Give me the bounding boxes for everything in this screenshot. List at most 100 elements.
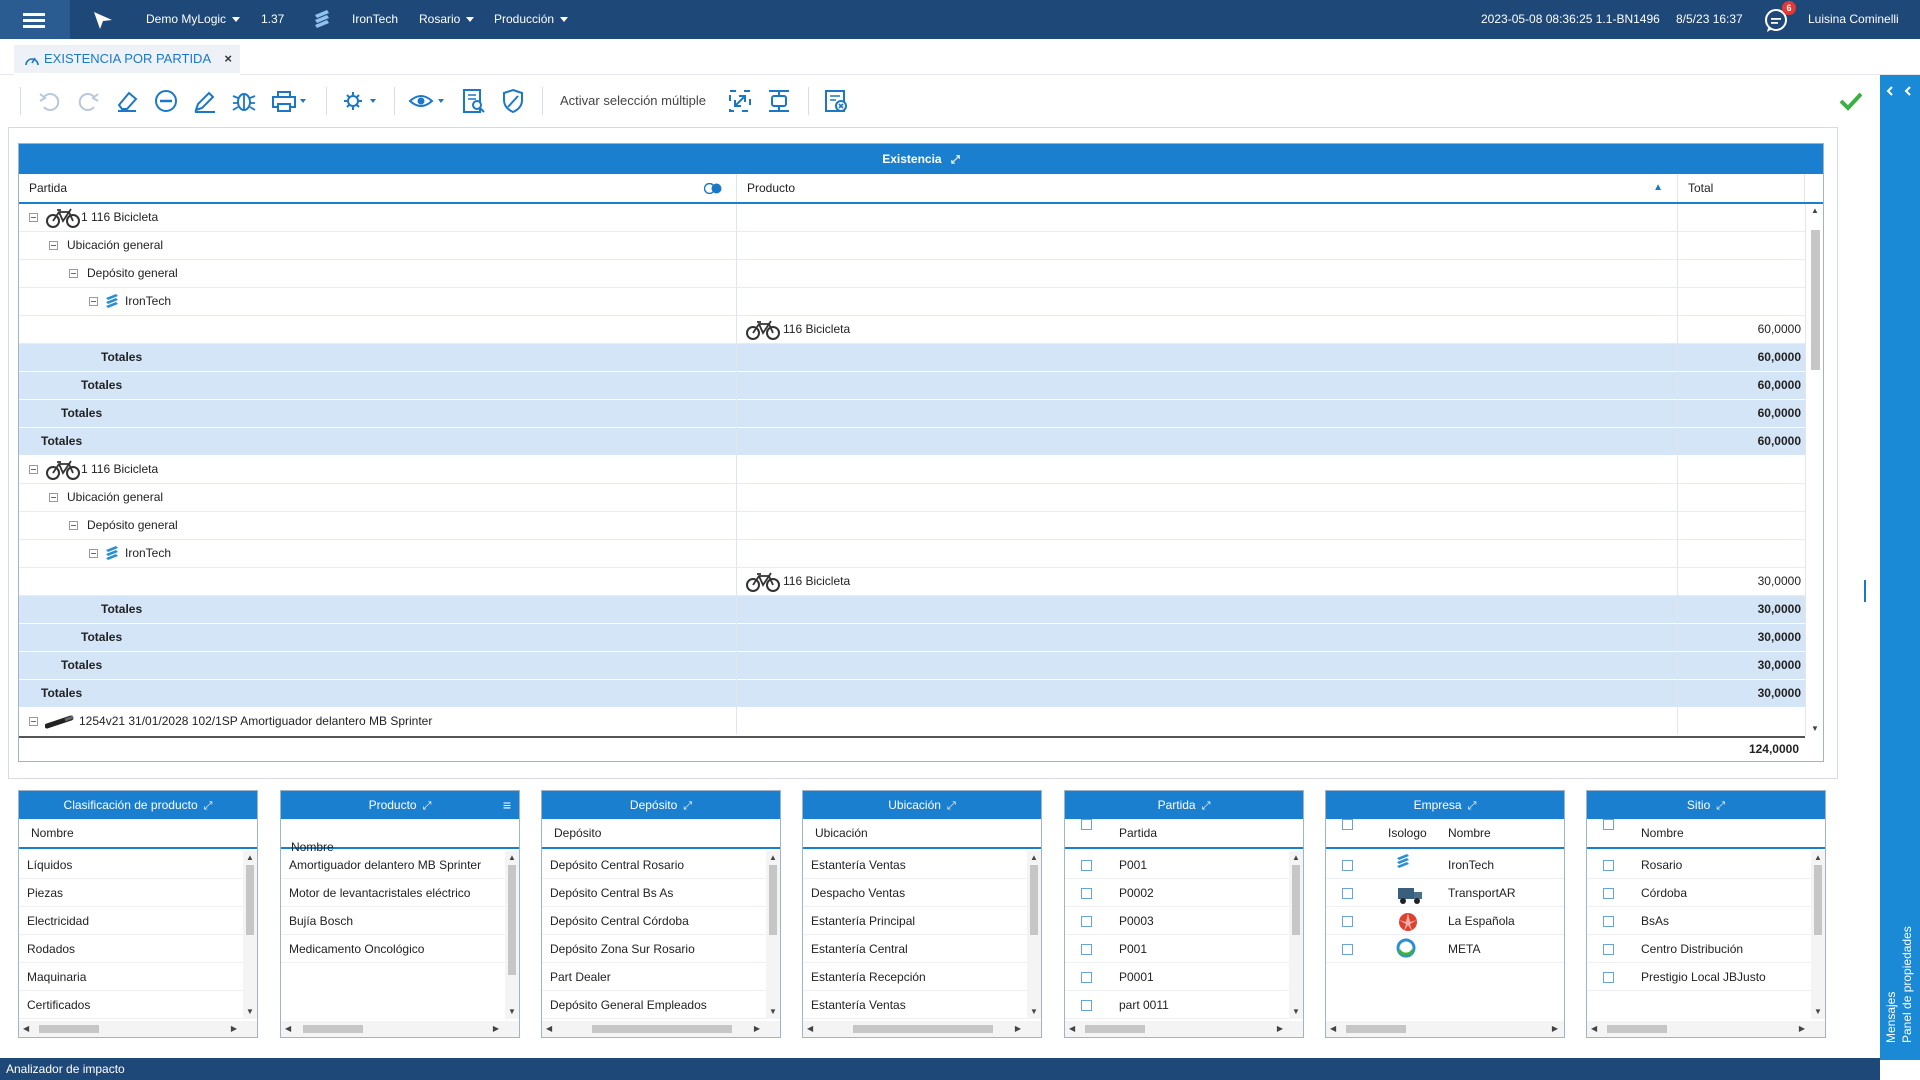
row-checkbox[interactable] <box>1081 860 1092 871</box>
row-checkbox[interactable] <box>1342 916 1353 927</box>
totals-row[interactable]: Totales 60,0000 <box>19 344 1805 372</box>
column-label[interactable]: Nombre <box>31 819 74 847</box>
vertical-scrollbar[interactable]: ▲ ▼ <box>766 851 780 1019</box>
list-item[interactable]: La Española <box>1326 907 1564 935</box>
collapse-toggle-icon[interactable] <box>49 493 58 502</box>
list-item[interactable]: P001 <box>1065 851 1289 879</box>
scroll-left-icon[interactable]: ◀ <box>1330 1024 1336 1034</box>
scrollbar-thumb[interactable] <box>592 1025 732 1033</box>
scroll-up-icon[interactable]: ▲ <box>1292 853 1300 863</box>
column-label[interactable]: Ubicación <box>815 819 868 847</box>
list-item[interactable]: Centro Distribución <box>1587 935 1811 963</box>
list-item[interactable]: BsAs <box>1587 907 1811 935</box>
row-checkbox[interactable] <box>1603 944 1614 955</box>
list-item[interactable]: TransportAR <box>1326 879 1564 907</box>
select-all-checkbox[interactable] <box>1081 819 1092 830</box>
shield-icon[interactable] <box>499 87 527 115</box>
list-item[interactable]: Estantería Recepción <box>803 963 1027 991</box>
scroll-left-icon[interactable]: ◀ <box>285 1024 291 1034</box>
scrollbar-thumb[interactable] <box>1030 865 1038 935</box>
table-row[interactable]: IronTech <box>19 540 1805 568</box>
print-icon[interactable] <box>270 87 310 115</box>
totals-row[interactable]: Totales 60,0000 <box>19 428 1805 456</box>
totals-row[interactable]: Totales 60,0000 <box>19 400 1805 428</box>
table-row[interactable]: 1 116 Bicicleta <box>19 204 1805 232</box>
horizontal-scrollbar[interactable]: ◀ ▶ <box>803 1021 1041 1037</box>
filter-icon[interactable]: ≡ <box>503 791 511 819</box>
fit-height-icon[interactable] <box>765 87 793 115</box>
user-name[interactable]: Luisina Cominelli <box>1808 0 1899 39</box>
expand-icon[interactable]: ⤢ <box>951 145 960 175</box>
scroll-right-icon[interactable]: ▶ <box>493 1024 499 1034</box>
list-item[interactable]: Prestigio Local JBJusto <box>1587 963 1811 991</box>
scroll-left-icon[interactable]: ◀ <box>1069 1024 1075 1034</box>
column-header-producto[interactable]: Producto ▲ <box>737 174 1678 202</box>
scroll-right-icon[interactable]: ▶ <box>1277 1024 1283 1034</box>
report-search-icon[interactable] <box>460 87 488 115</box>
resize-handle[interactable] <box>1864 580 1866 602</box>
redo-icon[interactable] <box>74 87 102 115</box>
row-checkbox[interactable] <box>1342 944 1353 955</box>
row-checkbox[interactable] <box>1081 944 1092 955</box>
chevron-left-icon[interactable] <box>1884 85 1896 97</box>
module-selector[interactable]: Producción <box>494 0 569 39</box>
row-checkbox[interactable] <box>1603 972 1614 983</box>
list-item[interactable]: Líquidos <box>19 851 243 879</box>
collapse-toggle-icon[interactable] <box>29 717 38 726</box>
row-checkbox[interactable] <box>1342 888 1353 899</box>
row-checkbox[interactable] <box>1081 972 1092 983</box>
list-item[interactable]: Estantería Central <box>803 935 1027 963</box>
horizontal-scrollbar[interactable]: ◀ ▶ <box>1326 1021 1564 1037</box>
column-label[interactable]: Nombre <box>1448 819 1491 847</box>
horizontal-scrollbar[interactable]: ◀ ▶ <box>1587 1021 1825 1037</box>
list-item[interactable]: P0001 <box>1065 963 1289 991</box>
settings-icon[interactable] <box>340 87 380 115</box>
scroll-down-icon[interactable]: ▼ <box>769 1007 777 1017</box>
vertical-scrollbar[interactable]: ▲ ▼ <box>1289 851 1303 1019</box>
scroll-left-icon[interactable]: ◀ <box>807 1024 813 1034</box>
scrollbar-thumb[interactable] <box>1811 230 1820 370</box>
scroll-down-icon[interactable]: ▼ <box>1811 724 1819 734</box>
table-row[interactable]: 1254v21 31/01/2028 102/1SP Amortiguador … <box>19 708 1805 734</box>
scrollbar-thumb[interactable] <box>39 1025 99 1033</box>
list-item[interactable]: Depósito Zona Sur Rosario <box>542 935 766 963</box>
list-item[interactable]: Depósito General Empleados <box>542 991 766 1019</box>
scroll-up-icon[interactable]: ▲ <box>1811 206 1819 216</box>
bug-icon[interactable] <box>230 87 258 115</box>
undo-icon[interactable] <box>36 87 64 115</box>
scrollbar-thumb[interactable] <box>1292 865 1300 935</box>
list-item[interactable]: Depósito Central Córdoba <box>542 907 766 935</box>
list-item[interactable]: Depósito Central Rosario <box>542 851 766 879</box>
scroll-right-icon[interactable]: ▶ <box>1552 1024 1558 1034</box>
scroll-up-icon[interactable]: ▲ <box>246 853 254 863</box>
grid-vertical-scrollbar[interactable]: ▲ ▼ <box>1805 204 1823 736</box>
properties-panel-tab[interactable]: Panel de propiedades <box>1900 926 1914 1043</box>
app-selector[interactable]: Demo MyLogic <box>146 0 241 39</box>
messages-tab[interactable]: Mensajes <box>1884 992 1898 1043</box>
remove-icon[interactable] <box>152 87 180 115</box>
table-row[interactable]: 116 Bicicleta 60,0000 <box>19 316 1805 344</box>
scroll-up-icon[interactable]: ▲ <box>769 853 777 863</box>
scroll-up-icon[interactable]: ▲ <box>1030 853 1038 863</box>
expand-icon[interactable]: ⤢ <box>947 792 956 820</box>
list-item[interactable]: Medicamento Oncológico <box>281 935 505 963</box>
scrollbar-thumb[interactable] <box>1346 1025 1406 1033</box>
list-item[interactable]: Despacho Ventas <box>803 879 1027 907</box>
table-row[interactable]: Depósito general <box>19 512 1805 540</box>
totals-row[interactable]: Totales 30,0000 <box>19 680 1805 708</box>
column-toggle-icon[interactable] <box>704 183 722 194</box>
status-bar[interactable]: Analizador de impacto <box>0 1058 1880 1080</box>
scrollbar-thumb[interactable] <box>246 865 254 935</box>
list-item[interactable]: Part Dealer <box>542 963 766 991</box>
list-item[interactable]: Córdoba <box>1587 879 1811 907</box>
select-all-checkbox[interactable] <box>1603 819 1614 830</box>
expand-icon[interactable]: ⤢ <box>1716 792 1725 820</box>
clear-filters-icon[interactable] <box>822 87 850 115</box>
scrollbar-thumb[interactable] <box>508 865 516 975</box>
column-header-partida[interactable]: Partida <box>19 174 737 202</box>
horizontal-scrollbar[interactable]: ◀ ▶ <box>19 1021 257 1037</box>
tab-existencia-por-partida[interactable]: EXISTENCIA POR PARTIDA × <box>14 45 240 75</box>
expand-icon[interactable]: ⤢ <box>1468 792 1477 820</box>
list-item[interactable]: Estantería Ventas <box>803 851 1027 879</box>
eraser-icon[interactable] <box>113 87 141 115</box>
